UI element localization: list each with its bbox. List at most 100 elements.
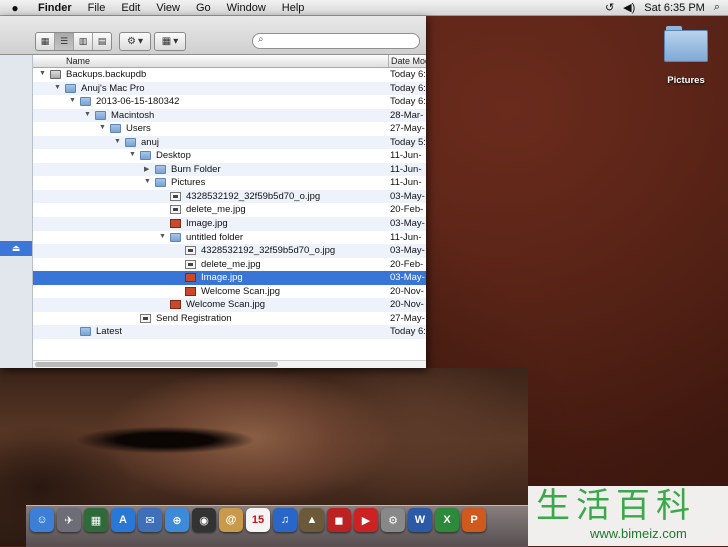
menu-go[interactable]: Go xyxy=(188,2,219,14)
disclosure-open-icon[interactable]: ▼ xyxy=(144,178,151,185)
row-date: 20-Nov- xyxy=(390,285,424,297)
disclosure-closed-icon[interactable]: ▶ xyxy=(144,165,149,173)
spotlight-icon[interactable]: ⌕ xyxy=(714,1,720,14)
menu-help[interactable]: Help xyxy=(274,2,313,14)
table-row[interactable]: 4328532192_32f59b5d70_o.jpg 03-May- xyxy=(33,189,426,204)
watermark-chars: 生活百科 xyxy=(536,486,696,526)
folder-icon xyxy=(125,137,136,147)
dock-launchpad-icon[interactable]: ✈ xyxy=(57,508,81,532)
coverflow-view-icon[interactable]: ▤ xyxy=(93,33,111,50)
disclosure-open-icon[interactable]: ▼ xyxy=(99,124,106,131)
dock-finder-icon[interactable]: ☺ xyxy=(30,508,54,532)
scrollbar-thumb[interactable] xyxy=(35,362,278,367)
row-date: Today 6: xyxy=(390,69,426,80)
icon-view-icon[interactable]: ▦ xyxy=(36,33,55,50)
dock-app-store-icon[interactable]: A xyxy=(111,508,135,532)
column-view-icon[interactable]: ▥ xyxy=(74,33,93,50)
time-machine-icon[interactable]: ↺ xyxy=(605,1,614,14)
row-date: 20-Nov- xyxy=(390,299,424,311)
row-name: Welcome Scan.jpg xyxy=(186,299,266,311)
column-header-name[interactable]: Name xyxy=(66,55,90,67)
dock-dvd-player-icon[interactable]: ▶ xyxy=(354,508,378,532)
dock-mission-control-icon[interactable]: ▦ xyxy=(84,508,108,532)
table-row[interactable]: Image.jpg 03-May- xyxy=(33,217,426,231)
folder-icon xyxy=(140,151,151,161)
menu-edit[interactable]: Edit xyxy=(113,2,148,14)
table-row[interactable]: Latest Today 6: xyxy=(33,325,426,339)
table-row[interactable]: ▼ Anuj's Mac Pro Today 6: xyxy=(33,81,426,96)
menu-finder[interactable]: Finder xyxy=(30,2,80,14)
row-name: Anuj's Mac Pro xyxy=(81,82,145,94)
table-row[interactable]: Send Registration 27-May- xyxy=(33,312,426,326)
table-row[interactable]: delete_me.jpg 20-Feb- xyxy=(33,203,426,217)
volume-icon[interactable]: ◀) xyxy=(623,1,635,14)
table-row[interactable]: ▼ Users 27-May- xyxy=(33,122,426,136)
menubar-clock[interactable]: Sat 6:35 PM xyxy=(644,2,705,14)
row-date: 11-Jun- xyxy=(390,150,422,162)
dock-itunes-icon[interactable]: ♫ xyxy=(273,508,297,532)
row-name: Burn Folder xyxy=(171,163,221,175)
dock-facetime-icon[interactable]: ◉ xyxy=(192,508,216,532)
dock-system-prefs-icon[interactable]: ⚙ xyxy=(381,508,405,532)
disclosure-open-icon[interactable]: ▼ xyxy=(114,138,121,145)
dock-contacts-icon[interactable]: @ xyxy=(219,508,243,532)
disclosure-open-icon[interactable]: ▼ xyxy=(69,97,76,104)
table-row[interactable]: ▼ untitled folder 11-Jun- xyxy=(33,231,426,245)
folder-icon xyxy=(80,327,91,337)
row-name: Users xyxy=(126,123,151,135)
table-row[interactable]: ▼ Desktop 11-Jun- xyxy=(33,149,426,163)
dock-mail-icon[interactable]: ✉ xyxy=(138,508,162,532)
list-view-icon[interactable]: ☰ xyxy=(55,33,74,50)
disclosure-open-icon[interactable]: ▼ xyxy=(54,84,61,91)
menu-window[interactable]: Window xyxy=(219,2,274,14)
row-date: Today 5: xyxy=(390,136,426,148)
file-list: Name Date Mod ▼Backups.backupdbToday 6:▼… xyxy=(33,55,426,368)
desktop-pictures-folder[interactable]: Pictures xyxy=(660,26,712,86)
search-icon: ⌕ xyxy=(258,34,264,45)
row-name: Desktop xyxy=(156,150,191,162)
dock-iphoto-icon[interactable]: ▲ xyxy=(300,508,324,532)
eject-icon[interactable]: ⏏ xyxy=(0,241,32,256)
menu-file[interactable]: File xyxy=(80,2,114,14)
search-field[interactable]: ⌕ xyxy=(252,33,420,49)
file-rows: ▼ Backups.backupdb Today 6: ▼ Anuj's Mac Pro… xyxy=(33,68,426,339)
table-row[interactable]: ▶ Burn Folder 11-Jun- xyxy=(33,162,426,177)
row-name: anuj xyxy=(141,136,159,148)
table-row[interactable]: ▼ Pictures 11-Jun- xyxy=(33,176,426,190)
disclosure-open-icon[interactable]: ▼ xyxy=(159,233,166,240)
dock-word-icon[interactable]: W xyxy=(408,508,432,532)
action-gear-button[interactable]: ⚙ ▾ xyxy=(119,32,151,51)
table-row[interactable]: 4328532192_32f59b5d70_o.jpg 03-May- xyxy=(33,244,426,258)
table-row[interactable]: ▼ Backups.backupdb Today 6: xyxy=(33,68,426,82)
table-row[interactable]: Welcome Scan.jpg 20-Nov- xyxy=(33,285,426,299)
apple-menu-icon[interactable]: ● xyxy=(0,1,30,15)
table-row[interactable]: Image.jpg 03-May- xyxy=(33,271,426,285)
dock-excel-icon[interactable]: X xyxy=(435,508,459,532)
row-date: 03-May- xyxy=(390,245,425,257)
watermark-url: www.bimeiz.com xyxy=(590,526,687,541)
disclosure-open-icon[interactable]: ▼ xyxy=(84,111,91,118)
table-row[interactable]: ▼ anuj Today 5: xyxy=(33,135,426,150)
row-name: Latest xyxy=(96,326,122,338)
folder-icon xyxy=(65,83,76,93)
file-icon xyxy=(140,313,151,323)
disclosure-open-icon[interactable]: ▼ xyxy=(129,151,136,158)
row-name: 4328532192_32f59b5d70_o.jpg xyxy=(186,190,321,202)
table-row[interactable]: ▼ 2013-06-15-180342 Today 6: xyxy=(33,95,426,109)
folder-icon xyxy=(80,97,91,107)
column-header-date[interactable]: Date Mod xyxy=(388,55,426,67)
table-row[interactable]: ▼ Macintosh 28-Mar- xyxy=(33,108,426,123)
dock-photo-booth-icon[interactable]: ◼ xyxy=(327,508,351,532)
file-icon xyxy=(185,246,196,256)
view-mode-control: ▦ ☰ ▥ ▤ xyxy=(35,32,112,51)
dock-safari-icon[interactable]: ⊕ xyxy=(165,508,189,532)
arrange-button[interactable]: ▦ ▾ xyxy=(154,32,186,51)
dock-powerpoint-icon[interactable]: P xyxy=(462,508,486,532)
dock-calendar-icon[interactable]: 15 xyxy=(246,508,270,532)
table-row[interactable]: Welcome Scan.jpg 20-Nov- xyxy=(33,298,426,312)
disclosure-open-icon[interactable]: ▼ xyxy=(39,70,46,77)
menu-view[interactable]: View xyxy=(148,2,188,14)
horizontal-scrollbar[interactable] xyxy=(33,360,426,368)
folder-icon xyxy=(155,164,166,174)
table-row[interactable]: delete_me.jpg 20-Feb- xyxy=(33,258,426,272)
